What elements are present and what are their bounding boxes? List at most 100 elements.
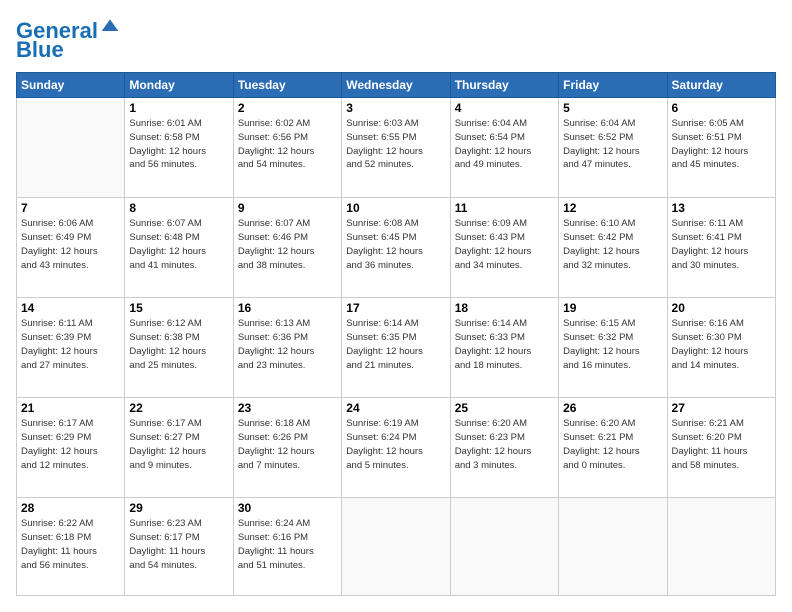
calendar-header-row: SundayMondayTuesdayWednesdayThursdayFrid…	[17, 73, 776, 98]
day-number: 30	[238, 501, 337, 515]
calendar-cell: 20 Sunrise: 6:16 AM Sunset: 6:30 PM Dayli…	[667, 298, 775, 398]
day-number: 7	[21, 201, 120, 215]
day-number: 5	[563, 101, 662, 115]
day-info: Sunrise: 6:04 AM Sunset: 6:52 PM Dayligh…	[563, 117, 662, 172]
calendar-cell: 11 Sunrise: 6:09 AM Sunset: 6:43 PM Dayli…	[450, 198, 558, 298]
day-info: Sunrise: 6:17 AM Sunset: 6:27 PM Dayligh…	[129, 417, 228, 472]
day-info: Sunrise: 6:04 AM Sunset: 6:54 PM Dayligh…	[455, 117, 554, 172]
day-info: Sunrise: 6:20 AM Sunset: 6:21 PM Dayligh…	[563, 417, 662, 472]
calendar-cell	[17, 98, 125, 198]
column-header-friday: Friday	[559, 73, 667, 98]
day-info: Sunrise: 6:02 AM Sunset: 6:56 PM Dayligh…	[238, 117, 337, 172]
calendar-cell	[559, 498, 667, 596]
calendar-cell: 23 Sunrise: 6:18 AM Sunset: 6:26 PM Dayli…	[233, 398, 341, 498]
day-info: Sunrise: 6:20 AM Sunset: 6:23 PM Dayligh…	[455, 417, 554, 472]
day-info: Sunrise: 6:09 AM Sunset: 6:43 PM Dayligh…	[455, 217, 554, 272]
calendar-cell: 10 Sunrise: 6:08 AM Sunset: 6:45 PM Dayli…	[342, 198, 450, 298]
day-number: 20	[672, 301, 771, 315]
day-number: 9	[238, 201, 337, 215]
day-number: 18	[455, 301, 554, 315]
day-info: Sunrise: 6:07 AM Sunset: 6:46 PM Dayligh…	[238, 217, 337, 272]
calendar-cell: 26 Sunrise: 6:20 AM Sunset: 6:21 PM Dayli…	[559, 398, 667, 498]
day-number: 12	[563, 201, 662, 215]
calendar-cell	[450, 498, 558, 596]
calendar-cell: 28 Sunrise: 6:22 AM Sunset: 6:18 PM Dayli…	[17, 498, 125, 596]
calendar-cell: 16 Sunrise: 6:13 AM Sunset: 6:36 PM Dayli…	[233, 298, 341, 398]
day-number: 19	[563, 301, 662, 315]
day-number: 10	[346, 201, 445, 215]
day-info: Sunrise: 6:14 AM Sunset: 6:33 PM Dayligh…	[455, 317, 554, 372]
day-number: 26	[563, 401, 662, 415]
calendar-week-row: 21Sunrise: 6:17 AM Sunset: 6:29 PM Dayli…	[17, 398, 776, 498]
calendar-cell: 30 Sunrise: 6:24 AM Sunset: 6:16 PM Dayli…	[233, 498, 341, 596]
day-info: Sunrise: 6:22 AM Sunset: 6:18 PM Dayligh…	[21, 517, 120, 572]
calendar-cell: 25Sunrise: 6:20 AM Sunset: 6:23 PM Dayli…	[450, 398, 558, 498]
day-info: Sunrise: 6:15 AM Sunset: 6:32 PM Dayligh…	[563, 317, 662, 372]
column-header-thursday: Thursday	[450, 73, 558, 98]
day-number: 23	[238, 401, 337, 415]
day-info: Sunrise: 6:13 AM Sunset: 6:36 PM Dayligh…	[238, 317, 337, 372]
day-info: Sunrise: 6:08 AM Sunset: 6:45 PM Dayligh…	[346, 217, 445, 272]
calendar-cell	[667, 498, 775, 596]
day-number: 2	[238, 101, 337, 115]
calendar-cell: 1 Sunrise: 6:01 AM Sunset: 6:58 PM Daylig…	[125, 98, 233, 198]
day-number: 21	[21, 401, 120, 415]
column-header-tuesday: Tuesday	[233, 73, 341, 98]
calendar-cell: 7 Sunrise: 6:06 AM Sunset: 6:49 PM Daylig…	[17, 198, 125, 298]
day-number: 16	[238, 301, 337, 315]
calendar-cell: 24 Sunrise: 6:19 AM Sunset: 6:24 PM Dayli…	[342, 398, 450, 498]
calendar-table: SundayMondayTuesdayWednesdayThursdayFrid…	[16, 72, 776, 596]
calendar-cell: 12 Sunrise: 6:10 AM Sunset: 6:42 PM Dayli…	[559, 198, 667, 298]
calendar-cell: 22Sunrise: 6:17 AM Sunset: 6:27 PM Dayli…	[125, 398, 233, 498]
day-info: Sunrise: 6:01 AM Sunset: 6:58 PM Dayligh…	[129, 117, 228, 172]
day-number: 1	[129, 101, 228, 115]
calendar-week-row: 14 Sunrise: 6:11 AM Sunset: 6:39 PM Dayli…	[17, 298, 776, 398]
day-number: 28	[21, 501, 120, 515]
day-info: Sunrise: 6:07 AM Sunset: 6:48 PM Dayligh…	[129, 217, 228, 272]
day-info: Sunrise: 6:16 AM Sunset: 6:30 PM Dayligh…	[672, 317, 771, 372]
calendar-week-row: 7 Sunrise: 6:06 AM Sunset: 6:49 PM Daylig…	[17, 198, 776, 298]
calendar-cell	[342, 498, 450, 596]
day-info: Sunrise: 6:10 AM Sunset: 6:42 PM Dayligh…	[563, 217, 662, 272]
day-info: Sunrise: 6:24 AM Sunset: 6:16 PM Dayligh…	[238, 517, 337, 572]
day-info: Sunrise: 6:21 AM Sunset: 6:20 PM Dayligh…	[672, 417, 771, 472]
calendar-cell: 13 Sunrise: 6:11 AM Sunset: 6:41 PM Dayli…	[667, 198, 775, 298]
day-info: Sunrise: 6:11 AM Sunset: 6:41 PM Dayligh…	[672, 217, 771, 272]
calendar-body: 1 Sunrise: 6:01 AM Sunset: 6:58 PM Daylig…	[17, 98, 776, 596]
day-number: 24	[346, 401, 445, 415]
calendar-week-row: 1 Sunrise: 6:01 AM Sunset: 6:58 PM Daylig…	[17, 98, 776, 198]
page-header: General Blue	[16, 16, 776, 62]
calendar-cell: 14 Sunrise: 6:11 AM Sunset: 6:39 PM Dayli…	[17, 298, 125, 398]
day-number: 4	[455, 101, 554, 115]
calendar-cell: 21Sunrise: 6:17 AM Sunset: 6:29 PM Dayli…	[17, 398, 125, 498]
day-number: 15	[129, 301, 228, 315]
day-number: 8	[129, 201, 228, 215]
day-number: 27	[672, 401, 771, 415]
day-info: Sunrise: 6:18 AM Sunset: 6:26 PM Dayligh…	[238, 417, 337, 472]
day-number: 14	[21, 301, 120, 315]
calendar-cell: 5 Sunrise: 6:04 AM Sunset: 6:52 PM Daylig…	[559, 98, 667, 198]
column-header-sunday: Sunday	[17, 73, 125, 98]
day-number: 3	[346, 101, 445, 115]
day-number: 13	[672, 201, 771, 215]
day-info: Sunrise: 6:05 AM Sunset: 6:51 PM Dayligh…	[672, 117, 771, 172]
day-info: Sunrise: 6:06 AM Sunset: 6:49 PM Dayligh…	[21, 217, 120, 272]
calendar-cell: 15Sunrise: 6:12 AM Sunset: 6:38 PM Dayli…	[125, 298, 233, 398]
calendar-cell: 19 Sunrise: 6:15 AM Sunset: 6:32 PM Dayli…	[559, 298, 667, 398]
logo-icon	[100, 16, 120, 36]
day-number: 6	[672, 101, 771, 115]
calendar-cell: 18 Sunrise: 6:14 AM Sunset: 6:33 PM Dayli…	[450, 298, 558, 398]
logo: General Blue	[16, 16, 120, 62]
calendar-cell: 9 Sunrise: 6:07 AM Sunset: 6:46 PM Daylig…	[233, 198, 341, 298]
day-info: Sunrise: 6:19 AM Sunset: 6:24 PM Dayligh…	[346, 417, 445, 472]
day-info: Sunrise: 6:11 AM Sunset: 6:39 PM Dayligh…	[21, 317, 120, 372]
calendar-cell: 3 Sunrise: 6:03 AM Sunset: 6:55 PM Daylig…	[342, 98, 450, 198]
day-number: 17	[346, 301, 445, 315]
calendar-cell: 2 Sunrise: 6:02 AM Sunset: 6:56 PM Daylig…	[233, 98, 341, 198]
day-number: 29	[129, 501, 228, 515]
column-header-saturday: Saturday	[667, 73, 775, 98]
calendar-cell: 6 Sunrise: 6:05 AM Sunset: 6:51 PM Daylig…	[667, 98, 775, 198]
calendar-week-row: 28 Sunrise: 6:22 AM Sunset: 6:18 PM Dayli…	[17, 498, 776, 596]
day-number: 11	[455, 201, 554, 215]
day-info: Sunrise: 6:03 AM Sunset: 6:55 PM Dayligh…	[346, 117, 445, 172]
